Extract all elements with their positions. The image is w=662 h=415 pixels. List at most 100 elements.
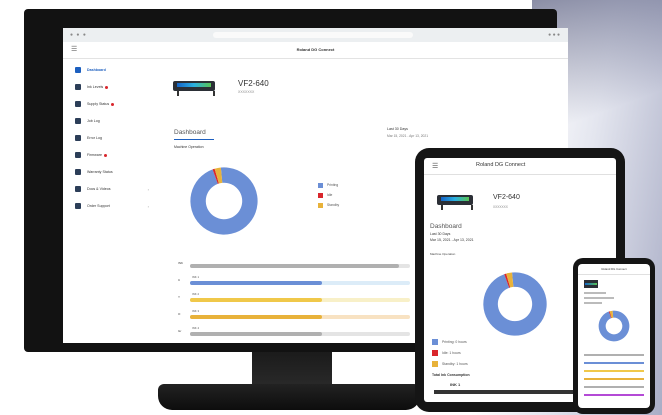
donut-slice-printing <box>190 167 258 235</box>
sidebar-item-docs[interactable]: Docs & Videos › <box>75 184 151 194</box>
ink-section-title: Total Ink Consumption <box>432 373 470 377</box>
ink-bar-fill <box>190 332 322 336</box>
title-underline <box>174 139 214 140</box>
legend-label: Idle: 1 hours <box>442 350 461 355</box>
ink-icon <box>75 84 81 90</box>
sidebar-item-supply-status[interactable]: Supply Status <box>75 99 151 109</box>
sidebar-item-job-log[interactable]: Job Log <box>75 116 151 126</box>
legend-swatch <box>318 192 323 198</box>
tablet-chart-legend: Printing: 0 hours Idle: 1 hours Standby:… <box>432 336 468 369</box>
ink-slot-label: INK 1 <box>192 275 199 279</box>
phone-screen: Roland DG Connect <box>578 264 650 408</box>
address-bar[interactable] <box>213 32 413 38</box>
legend-item: Printing <box>318 180 339 190</box>
firmware-icon <box>75 152 81 158</box>
text-line <box>584 302 602 304</box>
date-range: Mar 15, 2021 - Apr 13, 2021 <box>430 238 474 242</box>
sidebar-item-label: Job Log <box>87 119 100 123</box>
phone-ink-bar <box>584 386 644 388</box>
supply-icon <box>75 101 81 107</box>
dashboard-icon <box>75 67 81 73</box>
sidebar-item-order-support[interactable]: Order Support › <box>75 201 151 211</box>
ink-bar-track <box>190 298 410 302</box>
chart-title: Machine Operation <box>430 252 456 256</box>
hamburger-menu-icon[interactable]: ☰ <box>432 162 438 170</box>
sidebar-item-error-log[interactable]: Error Log <box>75 133 151 143</box>
legend-label: Standby <box>327 203 340 207</box>
ink-bar-label: Y <box>178 295 181 299</box>
sidebar-item-label: Order Support <box>87 204 110 208</box>
ink-bar-label: O <box>178 312 181 316</box>
chevron-right-icon: › <box>147 186 149 192</box>
tablet-app-title: Roland DG Connect <box>476 162 526 168</box>
tablet-donut-chart <box>483 272 547 336</box>
sidebar-item-label: Docs & Videos <box>87 187 111 191</box>
ink-bar-track <box>190 264 410 268</box>
legend-swatch <box>432 338 438 345</box>
ink-bar-fill <box>190 264 399 268</box>
period-label[interactable]: Last 30 Days <box>387 127 408 131</box>
phone-app-title: Roland DG Connect <box>578 264 650 275</box>
device-model: VF2-640 <box>238 79 269 88</box>
operation-donut-chart <box>190 167 258 235</box>
app-title: Roland DG Connect <box>296 47 335 52</box>
printer-image <box>173 78 215 96</box>
phone-donut-chart <box>598 310 630 342</box>
ink-bar-label: INK <box>178 261 184 265</box>
browser-chrome: ● ● ● ● ● ● <box>63 28 568 43</box>
legend-item: Idle: 1 hours <box>432 347 468 358</box>
phone-ink-bar <box>584 354 644 356</box>
warranty-icon <box>75 169 81 175</box>
ink-bar-label: INK 1 <box>450 382 461 387</box>
alert-badge <box>105 85 109 89</box>
tablet-app-header: ☰ Roland DG Connect <box>424 158 616 175</box>
phone-ink-bar <box>584 378 644 380</box>
printer-image <box>584 280 598 288</box>
browser-menu-icon[interactable]: ● ● ● <box>548 32 560 38</box>
text-line <box>584 297 614 299</box>
job-log-icon <box>75 118 81 124</box>
sidebar-item-warranty[interactable]: Warranty Status <box>75 167 151 177</box>
page-title: Dashboard <box>430 223 462 230</box>
ink-bar-fill <box>190 315 322 319</box>
legend-swatch <box>318 202 323 208</box>
chevron-right-icon: › <box>147 203 149 209</box>
sidebar-item-label: Warranty Status <box>87 170 113 174</box>
legend-label: Idle <box>327 193 333 197</box>
sidebar-item-dashboard[interactable]: Dashboard <box>75 65 151 75</box>
page-title: Dashboard <box>174 129 206 136</box>
sidebar-item-label: Dashboard <box>87 68 106 72</box>
sidebar-item-label: Ink Levels <box>87 85 104 89</box>
phone-ink-bar <box>584 394 644 396</box>
tablet-donut-slice-printing <box>483 272 547 336</box>
phone-device: Roland DG Connect <box>573 258 655 414</box>
device-serial: XXXXXXX <box>238 90 255 94</box>
ink-slot-label: INK 2 <box>192 292 199 296</box>
legend-item: Idle <box>318 190 339 200</box>
sidebar-item-firmware[interactable]: Firmware <box>75 150 151 160</box>
phone-ink-bar <box>584 370 644 372</box>
alert-badge <box>103 153 107 157</box>
legend-label: Printing <box>327 183 339 187</box>
ink-bar-track <box>190 332 410 336</box>
sidebar: Dashboard Ink Levels Supply Status Job L… <box>63 59 155 343</box>
text-line <box>584 292 606 294</box>
sidebar-item-ink-levels[interactable]: Ink Levels <box>75 82 151 92</box>
window-controls[interactable]: ● ● ● <box>70 32 87 38</box>
period-select[interactable]: Last 30 Days <box>430 232 450 236</box>
ink-slot-label: INK 4 <box>192 326 199 330</box>
legend-swatch <box>432 360 438 367</box>
ink-bar-track <box>190 315 410 319</box>
ink-slot-label: INK 3 <box>192 309 199 313</box>
phone-donut-slice-printing <box>598 310 630 342</box>
legend-swatch <box>318 182 323 188</box>
error-log-icon <box>75 135 81 141</box>
monitor-neck <box>252 352 332 388</box>
chart-title: Machine Operation <box>174 145 204 149</box>
legend-swatch <box>432 349 438 356</box>
legend-label: Printing: 0 hours <box>442 339 467 344</box>
date-range: Mar 15, 2021 - Apr 13, 2021 <box>387 134 429 138</box>
ink-bar-label: C <box>178 278 181 282</box>
alert-badge <box>111 102 115 106</box>
sidebar-item-label: Firmware <box>87 153 102 157</box>
